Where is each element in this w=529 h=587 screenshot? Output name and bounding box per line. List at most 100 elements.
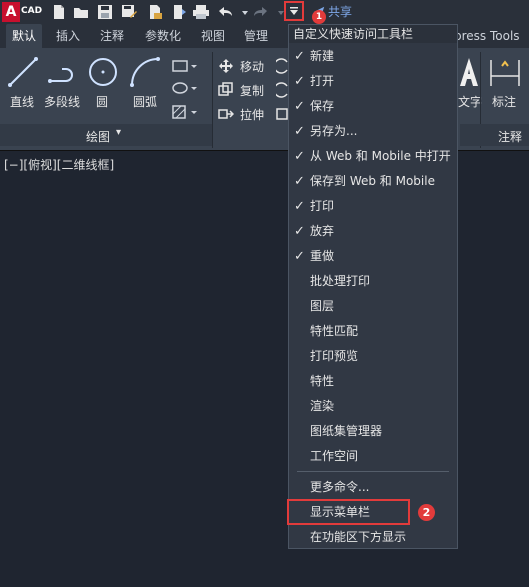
dropdown-arrow-icon	[290, 7, 298, 15]
menu-item[interactable]: 更多命令...	[289, 475, 457, 500]
undo-dropdown-icon[interactable]	[236, 3, 248, 21]
menu-item[interactable]: ✓ 放弃	[289, 219, 457, 244]
text-label[interactable]: 文字	[458, 93, 482, 110]
menu-item-label: 保存	[310, 99, 335, 113]
tab-parametric[interactable]: 参数化	[145, 24, 181, 48]
arc-icon[interactable]	[128, 55, 162, 93]
line-label[interactable]: 直线	[10, 93, 34, 110]
copy-label[interactable]: 复制	[240, 82, 264, 99]
stretch-icon[interactable]	[218, 106, 235, 126]
tab-default[interactable]: 默认	[6, 24, 43, 48]
menu-item-label: 从 Web 和 Mobile 中打开	[310, 149, 451, 163]
scale-icon[interactable]	[276, 106, 288, 126]
undo-icon[interactable]	[216, 3, 234, 21]
menu-item[interactable]: ✓ 新建	[289, 44, 457, 69]
dimension-icon[interactable]	[488, 56, 522, 92]
menu-item[interactable]: 批处理打印	[289, 269, 457, 294]
dimension-label[interactable]: 标注	[492, 93, 516, 110]
menu-item[interactable]: ✓ 打开	[289, 69, 457, 94]
tab-express-tools[interactable]: press Tools	[454, 24, 520, 48]
rotate-icon[interactable]	[273, 58, 288, 78]
menu-item[interactable]: ✓ 保存到 Web 和 Mobile	[289, 169, 457, 194]
checkmark-icon: ✓	[294, 49, 305, 64]
redo-icon[interactable]	[252, 3, 270, 21]
open-icon[interactable]	[72, 3, 90, 21]
tab-insert[interactable]: 插入	[56, 24, 80, 48]
ellipse-icon[interactable]	[172, 80, 198, 99]
customize-qat-menu: 自定义快速访问工具栏 ✓ 新建 ✓ 打开 ✓ 保存 ✓ 另存为... ✓ 从 Web 和 Mobi…	[288, 24, 458, 549]
menu-item[interactable]: 渲染	[289, 394, 457, 419]
menu-item[interactable]: ✓ 另存为...	[289, 119, 457, 144]
menu-item[interactable]: 特性匹配	[289, 319, 457, 344]
logo-text: CAD	[21, 6, 43, 16]
menu-separator	[297, 471, 449, 472]
menu-item-label: 图层	[310, 299, 335, 313]
quick-access-toolbar: A CAD 共享 1	[0, 0, 529, 24]
menu-item[interactable]: ✓ 保存	[289, 94, 457, 119]
menu-item-label: 打开	[310, 74, 335, 88]
save-as-icon[interactable]	[120, 3, 138, 21]
tab-manage[interactable]: 管理	[244, 24, 268, 48]
arc-label[interactable]: 圆弧	[133, 93, 157, 110]
polyline-icon[interactable]	[46, 55, 80, 93]
menu-item[interactable]: 在功能区下方显示	[289, 525, 457, 550]
checkmark-icon: ✓	[294, 224, 305, 239]
menu-item[interactable]: ✓ 重做	[289, 244, 457, 269]
open-web-icon[interactable]	[146, 3, 164, 21]
save-web-icon[interactable]	[170, 3, 188, 21]
app-logo[interactable]: A CAD	[2, 2, 42, 22]
redo-dropdown-icon[interactable]	[272, 3, 284, 21]
checkmark-icon: ✓	[294, 249, 305, 264]
step-badge-1: 1	[312, 10, 326, 24]
menu-item[interactable]: 图纸集管理器	[289, 419, 457, 444]
customize-qat-button[interactable]	[284, 1, 304, 21]
circle-label[interactable]: 圆	[96, 93, 108, 110]
menu-item-label: 放弃	[310, 224, 335, 238]
text-icon[interactable]	[458, 56, 480, 92]
menu-item[interactable]: 工作空间	[289, 444, 457, 469]
menu-item-label: 打印	[310, 199, 335, 213]
checkmark-icon: ✓	[294, 99, 305, 114]
logo-letter: A	[2, 2, 20, 22]
polyline-label[interactable]: 多段线	[44, 93, 80, 110]
menu-item-label: 工作空间	[310, 449, 359, 463]
hatch-icon[interactable]	[172, 104, 198, 123]
mirror-icon[interactable]	[273, 82, 288, 102]
draw-group-label[interactable]: 绘图	[86, 128, 110, 145]
menu-item[interactable]: 图层	[289, 294, 457, 319]
share-button[interactable]: 共享	[328, 3, 352, 20]
menu-item[interactable]: 打印预览	[289, 344, 457, 369]
tab-view[interactable]: 视图	[201, 24, 225, 48]
viewport-controls-label[interactable]: [−][俯视][二维线框]	[4, 156, 114, 173]
menu-item-label: 渲染	[310, 399, 335, 413]
move-icon[interactable]	[218, 58, 234, 78]
checkmark-icon: ✓	[294, 199, 305, 214]
menu-item[interactable]: 特性	[289, 369, 457, 394]
checkmark-icon: ✓	[294, 74, 305, 89]
circle-icon[interactable]	[86, 55, 120, 93]
menu-item-label: 图纸集管理器	[310, 424, 383, 438]
menu-item-label: 保存到 Web 和 Mobile	[310, 174, 435, 188]
new-icon[interactable]	[50, 3, 68, 21]
annotation-group-label[interactable]: 注释	[498, 128, 522, 145]
stretch-label[interactable]: 拉伸	[240, 106, 264, 123]
copy-icon[interactable]	[218, 82, 234, 102]
checkmark-icon: ✓	[294, 174, 305, 189]
menu-item[interactable]: ✓ 从 Web 和 Mobile 中打开	[289, 144, 457, 169]
menu-item-label: 重做	[310, 249, 335, 263]
line-icon[interactable]	[6, 55, 40, 93]
move-label[interactable]: 移动	[240, 58, 264, 75]
menu-item-label: 另存为...	[310, 124, 358, 138]
menu-item-label: 打印预览	[310, 349, 359, 363]
step-badge-2: 2	[418, 504, 435, 521]
rectangle-icon[interactable]	[172, 58, 198, 77]
checkmark-icon: ✓	[294, 149, 305, 164]
menu-item[interactable]: ✓ 打印	[289, 194, 457, 219]
menu-item-label: 批处理打印	[310, 274, 371, 288]
draw-group-dropdown-icon[interactable]: ▾	[116, 127, 121, 138]
save-icon[interactable]	[96, 3, 114, 21]
menu-item-label: 更多命令...	[310, 480, 370, 494]
checkmark-icon: ✓	[294, 124, 305, 139]
print-icon[interactable]	[192, 3, 210, 21]
tab-annotate[interactable]: 注释	[100, 24, 124, 48]
